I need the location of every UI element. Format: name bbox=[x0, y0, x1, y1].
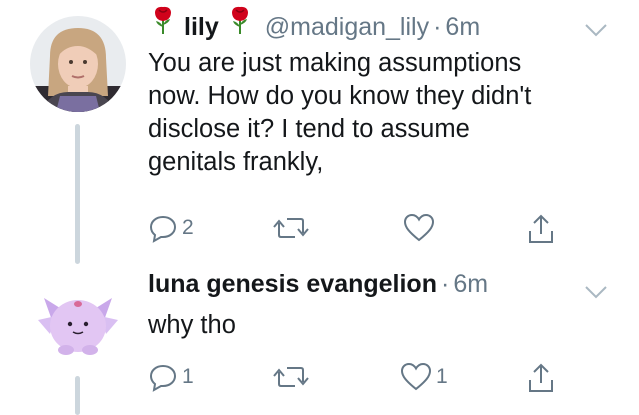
avatar[interactable] bbox=[30, 268, 126, 364]
retweet-icon bbox=[273, 218, 309, 238]
heart-icon bbox=[403, 213, 435, 242]
share-icon bbox=[529, 214, 553, 243]
reply-icon bbox=[149, 215, 177, 243]
tweet-text: why tho bbox=[148, 309, 618, 342]
share-button[interactable] bbox=[526, 362, 556, 394]
like-button[interactable] bbox=[403, 213, 435, 243]
tweet-text-line: genitals frankly, bbox=[148, 148, 324, 176]
tweet-header: lily @madigan_lily · 6m bbox=[148, 5, 480, 42]
like-count: 1 bbox=[436, 365, 448, 388]
display-name[interactable]: luna genesis evangelion bbox=[148, 270, 437, 299]
tweet-actions: 2 bbox=[148, 213, 578, 247]
share-icon bbox=[529, 363, 553, 392]
tweet-text-line: why tho bbox=[148, 311, 236, 339]
tweet-actions: 1 1 bbox=[148, 362, 578, 396]
reply-icon bbox=[149, 364, 177, 392]
thread-line bbox=[75, 376, 80, 415]
retweet-button[interactable] bbox=[273, 362, 309, 392]
avatar[interactable] bbox=[30, 16, 126, 112]
retweet-icon bbox=[273, 367, 309, 387]
chevron-down-icon[interactable] bbox=[582, 282, 610, 307]
display-name[interactable]: lily bbox=[184, 13, 219, 42]
timestamp[interactable]: 6m bbox=[445, 13, 480, 42]
tweet-text-line: now. How do you know they didn't bbox=[148, 82, 532, 110]
reply-count: 1 bbox=[182, 365, 194, 388]
tweet-header: luna genesis evangelion · 6m bbox=[148, 270, 488, 299]
share-button[interactable] bbox=[526, 213, 556, 245]
reply-count: 2 bbox=[182, 216, 194, 239]
reply-button[interactable]: 1 bbox=[148, 362, 194, 392]
tweet-text-line: You are just making assumptions bbox=[148, 49, 522, 77]
tweet-text-line: disclose it? I tend to assume bbox=[148, 115, 470, 143]
rose-emoji-icon bbox=[148, 5, 178, 40]
thread-line bbox=[75, 124, 80, 264]
like-button[interactable]: 1 bbox=[400, 362, 448, 392]
reply-button[interactable]: 2 bbox=[148, 213, 194, 243]
separator-dot: · bbox=[433, 13, 442, 41]
chevron-down-icon[interactable] bbox=[582, 20, 610, 45]
profile-photo bbox=[30, 16, 126, 112]
heart-icon bbox=[400, 362, 432, 391]
timestamp[interactable]: 6m bbox=[453, 270, 488, 299]
tweet-text: You are just making assumptions now. How… bbox=[148, 47, 618, 179]
rose-emoji-icon bbox=[225, 5, 255, 40]
retweet-button[interactable] bbox=[273, 213, 309, 243]
separator-dot: · bbox=[440, 270, 450, 298]
purple-creature-avatar bbox=[30, 268, 126, 364]
handle[interactable]: @madigan_lily bbox=[265, 13, 429, 42]
